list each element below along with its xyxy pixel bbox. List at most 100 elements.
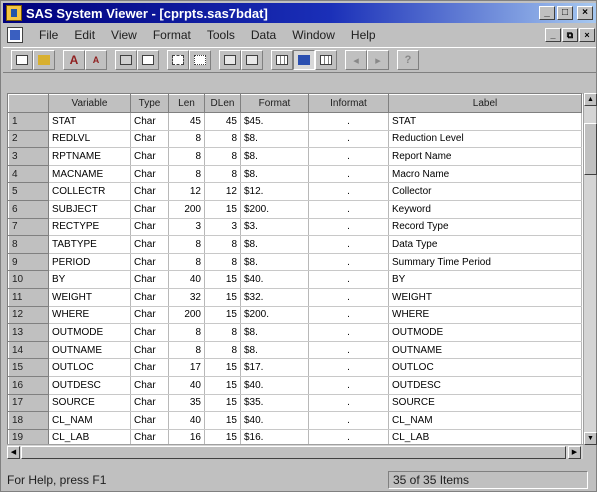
cell-informat[interactable]: . (308, 218, 389, 237)
scroll-down-button[interactable]: ▼ (584, 432, 597, 445)
table-row[interactable]: 14 OUTNAME Char 8 8 $8.. OUTNAME (8, 340, 582, 360)
close-button[interactable]: × (577, 6, 593, 20)
cell-informat[interactable]: . (308, 165, 389, 184)
child-restore-button[interactable]: ⧉ (562, 28, 578, 42)
font-larger-icon[interactable]: A (63, 50, 85, 70)
cell-informat[interactable]: . (308, 130, 389, 149)
table-row[interactable]: 4 MACNAME Char 8 8 $8.. Macro Name (8, 164, 582, 184)
cell-label[interactable]: OUTMODE (388, 323, 582, 342)
cell-format[interactable]: $8. (240, 253, 309, 272)
child-minimize-button[interactable]: _ (545, 28, 561, 42)
cell-dlen[interactable]: 15 (204, 358, 241, 377)
cell-informat[interactable]: . (308, 235, 389, 254)
cell-len[interactable]: 8 (168, 130, 205, 149)
cell-informat[interactable]: . (308, 394, 389, 413)
table-row[interactable]: 11 WEIGHT Char 32 15 $32.. WEIGHT (8, 287, 582, 307)
cell-label[interactable]: Keyword (388, 200, 582, 219)
cell-len[interactable]: 8 (168, 253, 205, 272)
cell-variable[interactable]: MACNAME (48, 165, 131, 184)
cell-type[interactable]: Char (130, 341, 169, 360)
cell-len[interactable]: 200 (168, 200, 205, 219)
table-row[interactable]: 6 SUBJECT Char 200 15 $200.. Keyword (8, 199, 582, 219)
table-row[interactable]: 12 WHERE Char 200 15 $200.. WHERE (8, 305, 582, 325)
cell-variable[interactable]: OUTDESC (48, 376, 131, 395)
menu-tools[interactable]: Tools (199, 28, 243, 42)
cell-len[interactable]: 8 (168, 323, 205, 342)
cell-type[interactable]: Char (130, 218, 169, 237)
cell-len[interactable]: 45 (168, 112, 205, 131)
table-row[interactable]: 5 COLLECTR Char 12 12 $12.. Collector (8, 182, 582, 201)
cell-informat[interactable]: . (308, 112, 389, 131)
menu-edit[interactable]: Edit (66, 28, 103, 42)
maximize-button[interactable]: □ (557, 6, 573, 20)
row-number-cell[interactable]: 9 (8, 252, 49, 272)
scroll-left-button[interactable]: ◀ (7, 446, 20, 459)
row-number-cell[interactable]: 14 (8, 340, 49, 360)
font-smaller-icon[interactable]: A (85, 50, 107, 70)
cell-label[interactable]: WHERE (388, 306, 582, 325)
row-number-cell[interactable]: 13 (8, 323, 49, 342)
row-number-cell[interactable]: 4 (8, 164, 49, 184)
cell-len[interactable]: 40 (168, 376, 205, 395)
cell-len[interactable]: 40 (168, 270, 205, 289)
table-row[interactable]: 7 RECTYPE Char 3 3 $3.. Record Type (8, 217, 582, 237)
cell-dlen[interactable]: 15 (204, 411, 241, 430)
table-row[interactable]: 10 BY Char 40 15 $40.. BY (8, 270, 582, 289)
cell-format[interactable]: $17. (240, 358, 309, 377)
column-header[interactable]: Format (240, 94, 309, 113)
previous-icon[interactable]: ◂ (345, 50, 367, 70)
cell-type[interactable]: Char (130, 182, 169, 201)
column-header[interactable]: Label (388, 94, 582, 113)
cell-informat[interactable]: . (308, 358, 389, 377)
cell-informat[interactable]: . (308, 341, 389, 360)
column-header[interactable]: Informat (308, 94, 389, 113)
scroll-right-button[interactable]: ▶ (568, 446, 581, 459)
cell-len[interactable]: 40 (168, 411, 205, 430)
menu-data[interactable]: Data (243, 28, 284, 42)
cell-format[interactable]: $40. (240, 376, 309, 395)
menu-help[interactable]: Help (343, 28, 384, 42)
vertical-scrollbar[interactable]: ▲ ▼ (583, 93, 597, 445)
cell-informat[interactable]: . (308, 147, 389, 166)
cell-dlen[interactable]: 8 (204, 165, 241, 184)
cell-dlen[interactable]: 15 (204, 376, 241, 395)
row-number-cell[interactable]: 10 (8, 270, 49, 289)
cell-variable[interactable]: SOURCE (48, 394, 131, 413)
cell-dlen[interactable]: 8 (204, 235, 241, 254)
cell-len[interactable]: 12 (168, 182, 205, 201)
column-left-icon[interactable] (219, 50, 241, 70)
sas-app-icon[interactable] (6, 5, 22, 21)
scroll-up-button[interactable]: ▲ (584, 93, 597, 106)
cell-dlen[interactable]: 8 (204, 323, 241, 342)
help-icon[interactable]: ? (397, 50, 419, 70)
cell-dlen[interactable]: 15 (204, 288, 241, 307)
row-number-cell[interactable]: 1 (8, 112, 49, 131)
cell-len[interactable]: 8 (168, 235, 205, 254)
cell-len[interactable]: 32 (168, 288, 205, 307)
cell-type[interactable]: Char (130, 376, 169, 395)
cell-label[interactable]: SOURCE (388, 394, 582, 413)
table-row[interactable]: 3 RPTNAME Char 8 8 $8.. Report Name (8, 147, 582, 166)
cell-len[interactable]: 3 (168, 218, 205, 237)
new-file-icon[interactable] (11, 50, 33, 70)
cell-len[interactable]: 8 (168, 341, 205, 360)
cell-label[interactable]: OUTDESC (388, 376, 582, 395)
table-row[interactable]: 9 PERIOD Char 8 8 $8.. Summary Time Period (8, 252, 582, 272)
column-header[interactable]: DLen (204, 94, 241, 113)
cell-variable[interactable]: RECTYPE (48, 218, 131, 237)
cell-type[interactable]: Char (130, 165, 169, 184)
cell-label[interactable]: CL_NAM (388, 411, 582, 430)
cell-label[interactable]: BY (388, 270, 582, 289)
cell-variable[interactable]: OUTLOC (48, 358, 131, 377)
cell-label[interactable]: STAT (388, 112, 582, 131)
sort-icon[interactable] (167, 50, 189, 70)
table-row[interactable]: 2 REDLVL Char 8 8 $8.. Reduction Level (8, 129, 582, 149)
cell-format[interactable]: $8. (240, 323, 309, 342)
cell-type[interactable]: Char (130, 200, 169, 219)
cell-format[interactable]: $12. (240, 182, 309, 201)
cell-type[interactable]: Char (130, 130, 169, 149)
cell-informat[interactable]: . (308, 306, 389, 325)
cell-variable[interactable]: RPTNAME (48, 147, 131, 166)
cell-format[interactable]: $40. (240, 270, 309, 289)
cell-variable[interactable]: REDLVL (48, 130, 131, 149)
